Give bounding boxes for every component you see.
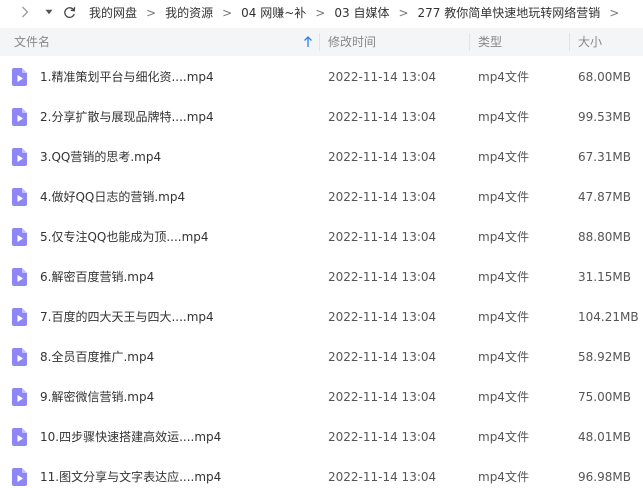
file-size: 104.21MB	[578, 310, 639, 324]
video-file-icon	[12, 228, 27, 246]
file-name: 4.做好QQ日志的营销.mp4	[40, 190, 186, 204]
navigation-bar: 我的网盘 > 我的资源 >04 网赚~补 >03 自媒体 >277 教你简单快速地玩转网络…	[0, 0, 643, 24]
file-list: 1.精准策划平台与细化资....mp4 2022-11-14 13:04 mp4文件…	[0, 57, 643, 488]
file-row[interactable]: 4.做好QQ日志的营销.mp4 2022-11-14 13:04 mp4文件 47.8…	[0, 177, 643, 217]
file-size: 68.00MB	[578, 70, 631, 84]
file-name: 5.仅专注QQ也能成为顶....mp4	[40, 230, 209, 244]
file-type: mp4文件	[478, 430, 529, 444]
column-divider[interactable]	[569, 33, 570, 51]
video-file-icon	[12, 148, 27, 166]
file-row[interactable]: 10.四步骤快速搭建高效运....mp4 2022-11-14 13:04 mp4文…	[0, 417, 643, 457]
refresh-icon	[63, 6, 75, 18]
breadcrumb-item[interactable]: 我的资源	[164, 6, 214, 20]
file-row[interactable]: 8.全员百度推广.mp4 2022-11-14 13:04 mp4文件 58.92MB	[0, 337, 643, 377]
breadcrumb-separator: >	[315, 5, 326, 20]
file-type: mp4文件	[478, 270, 529, 284]
file-name: 7.百度的四大天王与四大....mp4	[40, 310, 214, 324]
video-file-icon	[12, 268, 27, 286]
file-modified-date: 2022-11-14 13:04	[328, 270, 437, 284]
file-row[interactable]: 11.图文分享与文字表达应....mp4 2022-11-14 13:04 mp4文…	[0, 457, 643, 488]
file-list-header: 文件名 修改时间 类型 大小	[0, 28, 643, 56]
file-name: 8.全员百度推广.mp4	[40, 350, 155, 364]
file-modified-date: 2022-11-14 13:04	[328, 310, 437, 324]
file-row[interactable]: 3.QQ营销的思考.mp4 2022-11-14 13:04 mp4文件 67.31M…	[0, 137, 643, 177]
video-file-icon	[12, 188, 27, 206]
breadcrumb-separator: >	[146, 5, 157, 20]
refresh-button[interactable]	[60, 2, 78, 22]
breadcrumb-item[interactable]: 04 网赚~补	[240, 6, 307, 20]
file-name: 6.解密百度营销.mp4	[40, 270, 155, 284]
file-modified-date: 2022-11-14 13:04	[328, 230, 437, 244]
breadcrumb-separator: >	[398, 5, 409, 20]
video-file-icon	[12, 428, 27, 446]
file-size: 47.87MB	[578, 190, 631, 204]
file-name: 2.分享扩散与展现品牌特....mp4	[40, 110, 214, 124]
column-divider[interactable]	[469, 33, 470, 51]
breadcrumb: 我的网盘 > 我的资源 >04 网赚~补 >03 自媒体 >277 教你简单快速地玩转网络…	[88, 4, 627, 21]
file-type: mp4文件	[478, 310, 529, 324]
file-size: 67.31MB	[578, 150, 631, 164]
file-name: 11.图文分享与文字表达应....mp4	[40, 470, 222, 484]
file-size: 96.98MB	[578, 470, 631, 484]
video-file-icon	[12, 308, 27, 326]
breadcrumb-item[interactable]: 我的网盘	[88, 6, 138, 20]
file-name: 1.精准策划平台与细化资....mp4	[40, 70, 214, 84]
column-divider[interactable]	[319, 33, 320, 51]
file-modified-date: 2022-11-14 13:04	[328, 390, 437, 404]
file-type: mp4文件	[478, 390, 529, 404]
video-file-icon	[12, 348, 27, 366]
file-row[interactable]: 5.仅专注QQ也能成为顶....mp4 2022-11-14 13:04 mp4文件…	[0, 217, 643, 257]
file-type: mp4文件	[478, 350, 529, 364]
file-modified-date: 2022-11-14 13:04	[328, 70, 437, 84]
file-row[interactable]: 9.解密微信营销.mp4 2022-11-14 13:04 mp4文件 75.00MB	[0, 377, 643, 417]
file-modified-date: 2022-11-14 13:04	[328, 190, 437, 204]
file-size: 58.92MB	[578, 350, 631, 364]
file-type: mp4文件	[478, 70, 529, 84]
file-size: 99.53MB	[578, 110, 631, 124]
file-name: 10.四步骤快速搭建高效运....mp4	[40, 430, 222, 444]
file-size: 31.15MB	[578, 270, 631, 284]
file-row[interactable]: 1.精准策划平台与细化资....mp4 2022-11-14 13:04 mp4文件…	[0, 57, 643, 97]
file-size: 48.01MB	[578, 430, 631, 444]
breadcrumb-item[interactable]: 03 自媒体	[333, 6, 390, 20]
video-file-icon	[12, 388, 27, 406]
caret-down-icon	[45, 9, 53, 15]
history-dropdown-button[interactable]	[42, 2, 56, 22]
forward-button[interactable]	[16, 2, 34, 22]
file-modified-date: 2022-11-14 13:04	[328, 110, 437, 124]
file-row[interactable]: 2.分享扩散与展现品牌特....mp4 2022-11-14 13:04 mp4文件…	[0, 97, 643, 137]
file-type: mp4文件	[478, 150, 529, 164]
file-name: 9.解密微信营销.mp4	[40, 390, 155, 404]
file-type: mp4文件	[478, 110, 529, 124]
column-header-name[interactable]: 文件名	[14, 28, 50, 56]
file-row[interactable]: 7.百度的四大天王与四大....mp4 2022-11-14 13:04 mp4文件…	[0, 297, 643, 337]
sort-ascending-icon[interactable]	[303, 36, 313, 48]
chevron-right-icon	[22, 6, 29, 18]
column-header-size[interactable]: 大小	[578, 28, 602, 56]
breadcrumb-separator: >	[609, 5, 620, 20]
video-file-icon	[12, 68, 27, 86]
column-header-type[interactable]: 类型	[478, 28, 502, 56]
file-type: mp4文件	[478, 190, 529, 204]
file-size: 75.00MB	[578, 390, 631, 404]
video-file-icon	[12, 468, 27, 486]
file-type: mp4文件	[478, 230, 529, 244]
file-modified-date: 2022-11-14 13:04	[328, 470, 437, 484]
column-header-date[interactable]: 修改时间	[328, 28, 376, 56]
file-modified-date: 2022-11-14 13:04	[328, 150, 437, 164]
breadcrumb-item[interactable]: 277 教你简单快速地玩转网络营销	[417, 6, 602, 20]
file-modified-date: 2022-11-14 13:04	[328, 350, 437, 364]
breadcrumb-separator: >	[222, 5, 233, 20]
file-type: mp4文件	[478, 470, 529, 484]
video-file-icon	[12, 108, 27, 126]
file-row[interactable]: 6.解密百度营销.mp4 2022-11-14 13:04 mp4文件 31.15MB	[0, 257, 643, 297]
file-size: 88.80MB	[578, 230, 631, 244]
file-browser-window: 我的网盘 > 我的资源 >04 网赚~补 >03 自媒体 >277 教你简单快速地玩转网络…	[0, 0, 643, 488]
file-name: 3.QQ营销的思考.mp4	[40, 150, 162, 164]
file-modified-date: 2022-11-14 13:04	[328, 430, 437, 444]
